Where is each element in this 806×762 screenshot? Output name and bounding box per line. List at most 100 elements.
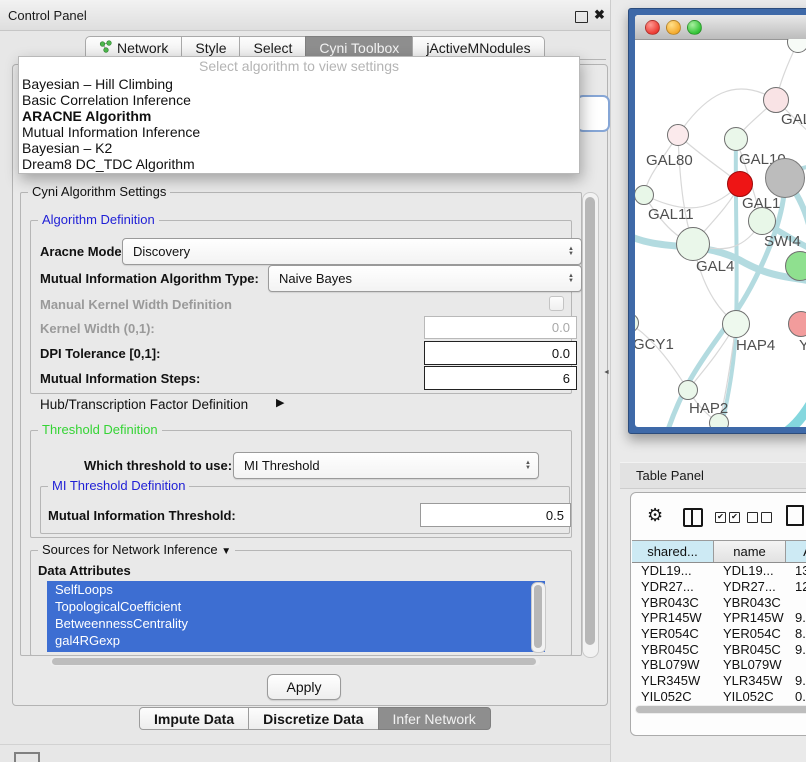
table-cell: 8. — [786, 626, 806, 641]
attribute-item[interactable]: TopologicalCoefficient — [47, 598, 545, 615]
settings-vscrollbar-thumb[interactable] — [585, 197, 595, 645]
control-panel-titlebar: Control Panel ✖ — [0, 0, 620, 31]
bottom-tab-discretize-data[interactable]: Discretize Data — [248, 707, 378, 730]
deselect-all-checks-icon[interactable] — [747, 512, 772, 523]
node-gal4[interactable] — [676, 227, 710, 261]
algorithm-definition-title: Algorithm Definition — [38, 212, 159, 227]
settings-hscrollbar[interactable] — [50, 657, 540, 666]
apply-button[interactable]: Apply — [267, 674, 341, 700]
expand-right-icon[interactable]: ▶ — [276, 396, 284, 409]
which-threshold-label: Which threshold to use: — [84, 458, 232, 473]
mi-steps-field[interactable]: 6 — [424, 366, 577, 390]
dpi-tolerance-field[interactable]: 0.0 — [424, 341, 577, 365]
algorithm-option[interactable]: Bayesian – Hill Climbing — [19, 76, 579, 92]
algorithm-option[interactable]: Mutual Information Inference — [19, 124, 579, 140]
node-gal1[interactable] — [727, 171, 753, 197]
attributes-vscrollbar[interactable] — [531, 582, 546, 653]
bottom-divider — [0, 744, 620, 745]
table-cell: YBR045C — [632, 642, 714, 657]
settings-hscrollbar-thumb[interactable] — [52, 658, 536, 665]
node-hap2[interactable] — [678, 380, 698, 400]
node[interactable] — [765, 158, 805, 198]
node-gal11[interactable] — [635, 185, 654, 205]
screen: Control Panel ✖ NetworkStyleSelectCyni T… — [0, 0, 806, 762]
column-header-a[interactable]: A — [786, 541, 806, 562]
table-panel-window: ⚙ ✔✔ shared...nameA YDL19...YDL19...13YD… — [630, 492, 806, 736]
table-row[interactable]: YDL19...YDL19...13 — [632, 563, 806, 579]
node-hap4[interactable] — [722, 310, 750, 338]
table-row[interactable]: YBR043CYBR043C — [632, 594, 806, 610]
settings-vscrollbar[interactable] — [582, 192, 599, 658]
collapse-arrow-icon[interactable]: ◄ — [603, 369, 610, 376]
node-gal80[interactable] — [667, 124, 689, 146]
table-row[interactable]: YBR045CYBR045C9. — [632, 641, 806, 657]
algorithm-dropdown[interactable]: Select algorithm to view settings Bayesi… — [18, 56, 580, 174]
manual-kernel-label: Manual Kernel Width Definition — [40, 297, 232, 312]
node-gal10[interactable] — [724, 127, 748, 151]
column-header-shared[interactable]: shared... — [632, 541, 714, 562]
table-row[interactable]: YPR145WYPR145W9. — [632, 610, 806, 626]
manual-kernel-checkbox[interactable] — [549, 296, 564, 311]
table-cell: 0. — [786, 689, 806, 702]
sources-title[interactable]: Sources for Network Inference ▼ — [38, 542, 235, 557]
attribute-item[interactable]: SelfLoops — [47, 581, 545, 598]
columns-icon[interactable] — [683, 508, 703, 527]
algorithm-option[interactable]: Dream8 DC_TDC Algorithm — [19, 156, 579, 172]
algorithm-option[interactable]: Basic Correlation Inference — [19, 92, 579, 108]
network-canvas[interactable]: GALGAL80GAL10GAL1SWI4GAL11GAL4GCY1HAP4YH… — [635, 39, 806, 427]
column-header-name[interactable]: name — [714, 541, 786, 562]
attribute-item[interactable]: BetweennessCentrality — [47, 615, 545, 632]
network-titlebar[interactable] — [635, 15, 806, 40]
zoom-traffic-icon[interactable] — [687, 20, 702, 35]
node-swi4[interactable] — [748, 207, 776, 235]
node-label: Y — [799, 337, 806, 354]
node-gal[interactable] — [763, 87, 789, 113]
combobox-arrows-icon: ▲▼ — [525, 461, 531, 471]
data-attributes-list[interactable]: SelfLoopsTopologicalCoefficientBetweenne… — [47, 581, 545, 652]
tab-label: Cyni Toolbox — [319, 40, 399, 56]
dock-panel-icon[interactable] — [14, 752, 40, 762]
mi-type-combobox[interactable]: Naive Bayes ▲▼ — [268, 265, 582, 292]
close-icon[interactable]: ✖ — [594, 7, 605, 23]
table-cell: 9. — [786, 610, 806, 625]
bottom-tab-infer-network[interactable]: Infer Network — [378, 707, 491, 730]
algorithm-list: Bayesian – Hill ClimbingBasic Correlatio… — [19, 76, 579, 172]
panel-divider[interactable] — [610, 0, 611, 762]
algorithm-option[interactable]: Bayesian – K2 — [19, 140, 579, 156]
mi-threshold-field[interactable]: 0.5 — [420, 503, 571, 527]
hub-section-label[interactable]: Hub/Transcription Factor Definition — [40, 397, 248, 412]
select-all-checks-icon[interactable]: ✔✔ — [715, 512, 740, 523]
algorithm-option[interactable]: ARACNE Algorithm — [19, 108, 579, 124]
table-hscrollbar-thumb[interactable] — [636, 706, 806, 713]
table-cell: YER054C — [632, 626, 714, 641]
node-label: HAP4 — [736, 337, 775, 354]
table-body: YDL19...YDL19...13YDR27...YDR27...12YBR0… — [632, 563, 806, 702]
bottom-tab-impute-data[interactable]: Impute Data — [139, 707, 249, 730]
background-widget — [576, 95, 610, 132]
node[interactable] — [709, 413, 729, 427]
table-row[interactable]: YER054CYER054C8. — [632, 626, 806, 642]
mi-threshold-label: Mutual Information Threshold: — [48, 508, 236, 523]
kernel-width-field: 0.0 — [424, 316, 577, 339]
table-hscrollbar[interactable] — [635, 705, 806, 714]
table-row[interactable]: YLR345WYLR345W9. — [632, 673, 806, 689]
float-panel-icon[interactable] — [575, 11, 588, 23]
table-row[interactable]: YBL079WYBL079W — [632, 657, 806, 673]
document-icon[interactable] — [786, 505, 804, 526]
tab-label: jActiveMNodules — [426, 40, 530, 56]
which-threshold-combobox[interactable]: MI Threshold ▲▼ — [233, 452, 539, 479]
aracne-mode-combobox[interactable]: Discovery ▲▼ — [122, 238, 582, 265]
table-row[interactable]: YDR27...YDR27...12 — [632, 579, 806, 595]
gear-icon[interactable]: ⚙ — [647, 505, 663, 526]
attribute-item[interactable]: gal4RGexp — [47, 632, 545, 649]
table-cell: YBL079W — [714, 657, 786, 672]
dpi-tolerance-label: DPI Tolerance [0,1]: — [40, 346, 160, 361]
tab-label: Network — [117, 40, 168, 56]
attributes-vscrollbar-thumb[interactable] — [534, 585, 542, 648]
node-label: GCY1 — [635, 336, 674, 353]
minimize-traffic-icon[interactable] — [666, 20, 681, 35]
table-row[interactable]: YIL052CYIL052C0. — [632, 689, 806, 703]
network-view: GALGAL80GAL10GAL1SWI4GAL11GAL4GCY1HAP4YH… — [635, 15, 806, 427]
close-traffic-icon[interactable] — [645, 20, 660, 35]
tab-label: Select — [253, 40, 292, 56]
